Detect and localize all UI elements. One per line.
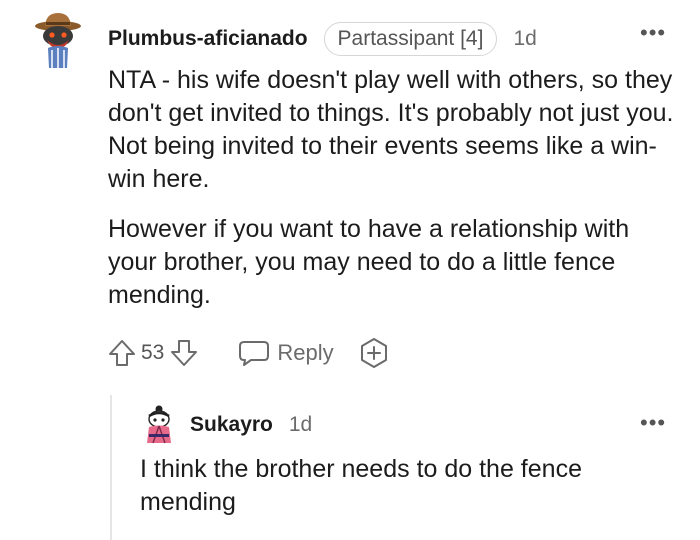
ninja-snoo-avatar-icon bbox=[147, 405, 171, 444]
username[interactable]: Sukayro bbox=[190, 413, 273, 437]
timestamp[interactable]: 1d bbox=[513, 27, 536, 51]
more-options-button[interactable]: ••• bbox=[640, 412, 666, 434]
comment-body: NTA - his wife doesn't play well with ot… bbox=[108, 64, 683, 329]
award-button[interactable] bbox=[358, 337, 390, 369]
username[interactable]: Plumbus-aficianado bbox=[108, 27, 308, 51]
comment-actions: 53 Reply bbox=[108, 336, 390, 370]
award-plus-icon bbox=[360, 338, 387, 368]
user-avatar[interactable] bbox=[33, 10, 83, 70]
ellipsis-icon: ••• bbox=[640, 20, 667, 45]
user-avatar[interactable] bbox=[143, 405, 175, 445]
comment-body: I think the brother needs to do the fenc… bbox=[140, 453, 680, 536]
upvote-arrow-icon bbox=[109, 340, 135, 366]
cowboy-snoo-avatar-icon bbox=[35, 13, 81, 68]
downvote-button[interactable] bbox=[170, 338, 198, 368]
ellipsis-icon: ••• bbox=[640, 410, 667, 435]
comment-header: Plumbus-aficianado Partassipant [4] 1d bbox=[108, 20, 537, 58]
downvote-arrow-icon bbox=[171, 340, 198, 366]
user-flair: Partassipant [4] bbox=[323, 22, 498, 56]
upvote-button[interactable] bbox=[108, 338, 136, 368]
reply-label: Reply bbox=[277, 340, 334, 365]
speech-bubble-icon bbox=[239, 341, 270, 366]
timestamp[interactable]: 1d bbox=[289, 413, 312, 437]
thread-line[interactable] bbox=[110, 395, 112, 540]
reply-button[interactable]: Reply bbox=[238, 339, 334, 367]
comment-paragraph: I think the brother needs to do the fenc… bbox=[140, 455, 582, 516]
comment-header: Sukayro 1d bbox=[190, 410, 312, 440]
comment-paragraph: However if you want to have a relationsh… bbox=[108, 215, 630, 309]
vote-score: 53 bbox=[141, 341, 165, 364]
comment-paragraph: NTA - his wife doesn't play well with ot… bbox=[108, 66, 674, 193]
more-options-button[interactable]: ••• bbox=[640, 22, 666, 44]
